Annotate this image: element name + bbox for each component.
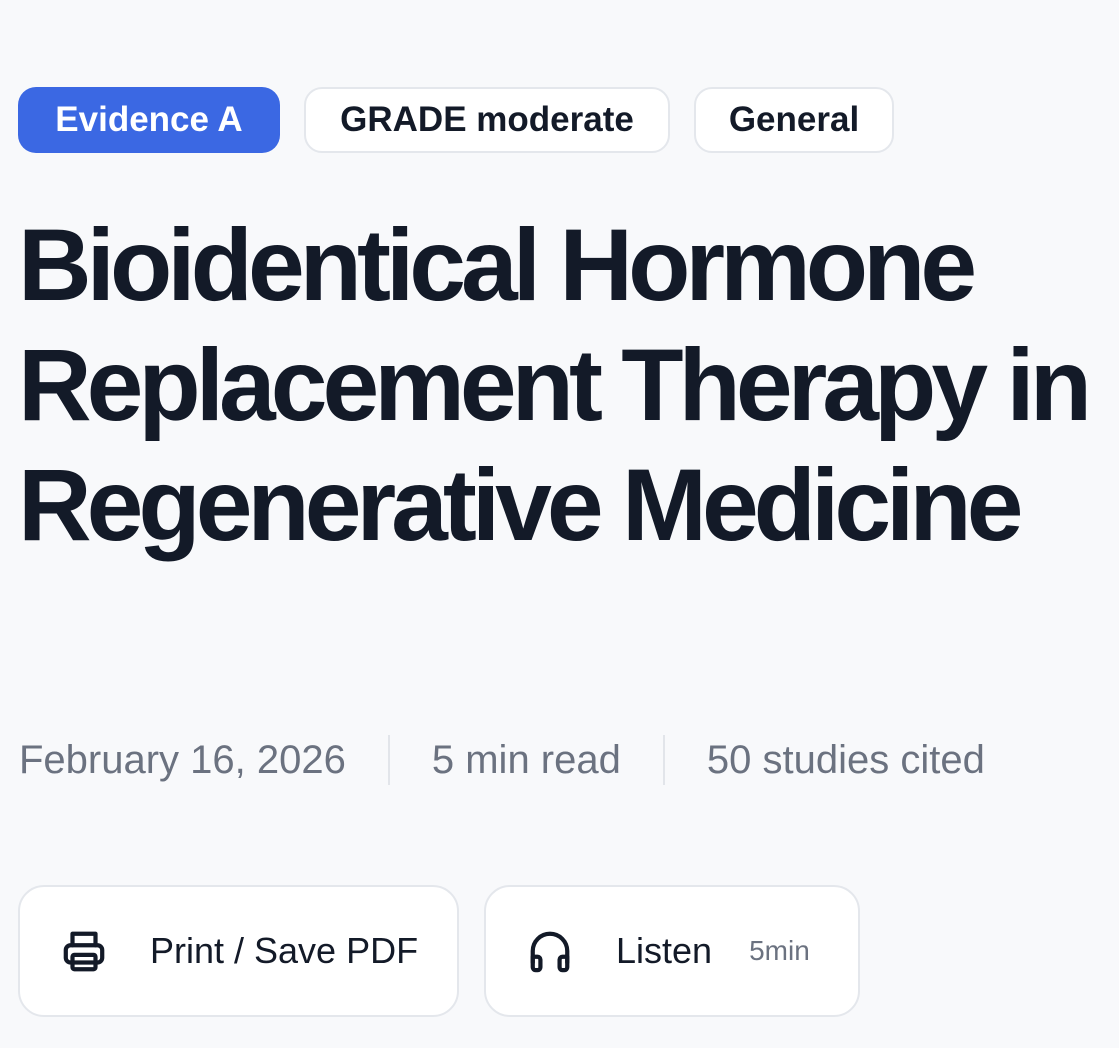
publish-date: February 16, 2026 [19, 737, 346, 782]
article-meta: February 16, 2026 5 min read 50 studies … [19, 735, 985, 785]
meta-divider [662, 735, 665, 785]
article-actions: Print / Save PDF Listen 5min [18, 885, 860, 1017]
studies-cited: 50 studies cited [706, 737, 985, 782]
grade-badge[interactable]: GRADE moderate [304, 87, 670, 153]
article-title: Bioidentical Hormone Replacement Therapy… [18, 208, 1092, 562]
meta-divider [387, 735, 390, 785]
evidence-level-badge[interactable]: Evidence A [18, 87, 280, 153]
category-badge[interactable]: General [694, 87, 894, 153]
tag-list: Evidence A GRADE moderate General [18, 87, 894, 153]
printer-icon [60, 927, 108, 975]
read-time: 5 min read [431, 737, 621, 782]
listen-duration: 5min [749, 935, 810, 966]
print-save-pdf-button[interactable]: Print / Save PDF [18, 885, 459, 1017]
listen-button-label: Listen [616, 930, 713, 971]
print-button-label: Print / Save PDF [150, 930, 419, 971]
listen-button[interactable]: Listen 5min [484, 885, 860, 1017]
headphones-icon [526, 927, 574, 975]
